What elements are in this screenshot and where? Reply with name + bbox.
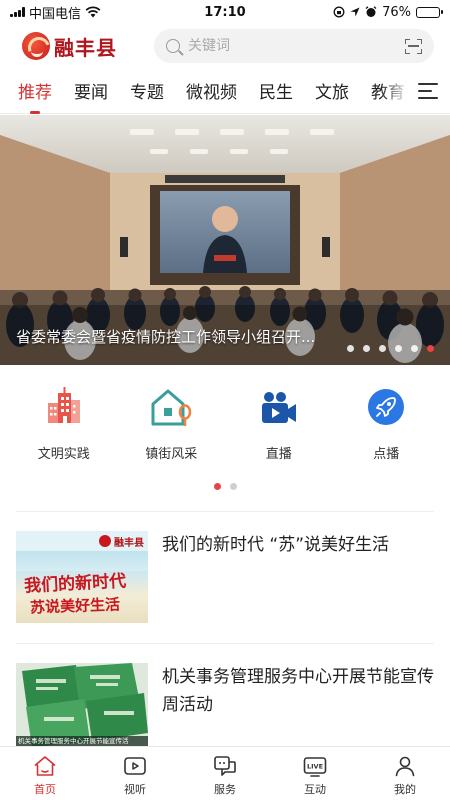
shortcut-grid: 文明实践 镇街风采 直播 点播: [0, 385, 450, 465]
channel-menu-icon[interactable]: [418, 83, 438, 99]
service-chat-icon: [214, 756, 236, 776]
nav-label: 服务: [214, 783, 236, 796]
banner-caption[interactable]: 省委常委会暨省疫情防控工作领导小组召开...: [16, 326, 326, 347]
status-left: 中国电信: [10, 3, 170, 22]
nav-label: 视听: [124, 783, 146, 796]
nav-profile[interactable]: 我的: [360, 747, 450, 800]
battery-percent: 76%: [382, 4, 411, 20]
svg-text:LIVE: LIVE: [307, 763, 323, 771]
user-icon: [395, 756, 415, 777]
thumb-brand: 融丰县: [114, 537, 144, 549]
banner-dot[interactable]: [379, 345, 386, 352]
status-bar: 中国电信 17:10 76%: [0, 0, 450, 24]
app-logo[interactable]: 融丰县: [22, 32, 142, 61]
location-arrow-icon: [350, 7, 360, 17]
thumb-logo-icon: [99, 535, 111, 547]
city-buildings-icon: [42, 385, 86, 429]
bottom-nav: 首页 视听 服务 LIVE 互动 我的: [0, 746, 450, 800]
shortcut-label: 点播: [373, 447, 400, 462]
status-time: 17:10: [204, 4, 246, 20]
rocket-icon: [364, 385, 408, 429]
logo-mark-icon: [22, 32, 50, 60]
nav-video[interactable]: 视听: [90, 747, 180, 800]
search-input[interactable]: [188, 38, 405, 54]
thumb-title-line1: 我们的新时代: [23, 571, 127, 597]
banner-dot[interactable]: [395, 345, 402, 352]
tab-recommend[interactable]: 推荐: [18, 78, 52, 114]
nav-label: 互动: [304, 783, 326, 796]
page-dot: [229, 483, 237, 490]
search-icon: [166, 39, 180, 53]
house-tree-icon: [149, 385, 193, 429]
video-camera-icon: [257, 385, 301, 429]
tab-news[interactable]: 要闻: [74, 78, 108, 103]
header: 融丰县: [0, 24, 450, 68]
divider: [16, 511, 434, 512]
signal-icon: [10, 7, 25, 17]
tab-micro-video[interactable]: 微视频: [186, 78, 237, 103]
page-dot: [213, 483, 221, 490]
nav-service[interactable]: 服务: [180, 747, 270, 800]
news-item[interactable]: 机关事务管理服务中心开展节能宣传活 机关事务管理服务中心开展节能宣传周活动: [16, 663, 434, 747]
news-item[interactable]: 融丰县 我们的新时代 苏说美好生活 我们的新时代 “苏”说美好生活: [16, 531, 434, 623]
video-play-icon: [124, 757, 146, 775]
home-icon: [34, 756, 56, 776]
nav-label: 我的: [394, 783, 416, 796]
search-bar[interactable]: [154, 29, 434, 63]
status-right: 76%: [280, 4, 443, 20]
nav-interact[interactable]: LIVE 互动: [270, 747, 360, 800]
banner-dot[interactable]: [363, 345, 370, 352]
shortcut-label: 直播: [265, 447, 292, 462]
banner-dot[interactable]: [347, 345, 354, 352]
logo-text: 融丰县: [54, 35, 117, 60]
scan-icon[interactable]: [405, 38, 422, 54]
banner-carousel[interactable]: 省委常委会暨省疫情防控工作领导小组召开...: [0, 115, 450, 365]
channel-tabs: 推荐 要闻 专题 微视频 民生 文旅 教育: [0, 68, 450, 114]
news-title: 我们的新时代 “苏”说美好生活: [162, 535, 390, 555]
news-title: 机关事务管理服务中心开展节能宣传周活动: [162, 667, 434, 715]
shortcut-civilization-practice[interactable]: 文明实践: [14, 385, 114, 465]
nav-home[interactable]: 首页: [0, 747, 90, 800]
news-thumbnail: 机关事务管理服务中心开展节能宣传活: [16, 663, 148, 747]
orientation-lock-icon: [333, 6, 345, 18]
live-tv-icon: LIVE: [303, 757, 327, 777]
nav-label: 首页: [34, 783, 56, 796]
thumb-title-line2: 苏说美好生活: [29, 595, 121, 617]
banner-dot[interactable]: [427, 345, 434, 352]
news-thumbnail: 融丰县 我们的新时代 苏说美好生活: [16, 531, 148, 623]
shortcut-pagination: [0, 483, 450, 490]
shortcut-label: 文明实践: [37, 447, 90, 462]
tab-culture-tourism[interactable]: 文旅: [315, 78, 349, 103]
tab-livelihood[interactable]: 民生: [259, 78, 293, 103]
banner-pagination: [347, 345, 434, 352]
divider: [16, 643, 434, 644]
alarm-icon: [365, 6, 377, 17]
shortcut-live[interactable]: 直播: [229, 385, 329, 465]
battery-icon: [416, 6, 443, 18]
shortcut-town-style[interactable]: 镇街风采: [121, 385, 221, 465]
carrier-label: 中国电信: [29, 6, 82, 22]
shortcut-label: 镇街风采: [145, 447, 198, 462]
banner-dot[interactable]: [411, 345, 418, 352]
shortcut-vod[interactable]: 点播: [336, 385, 436, 465]
wifi-icon: [85, 6, 101, 18]
tab-topics[interactable]: 专题: [130, 78, 164, 103]
